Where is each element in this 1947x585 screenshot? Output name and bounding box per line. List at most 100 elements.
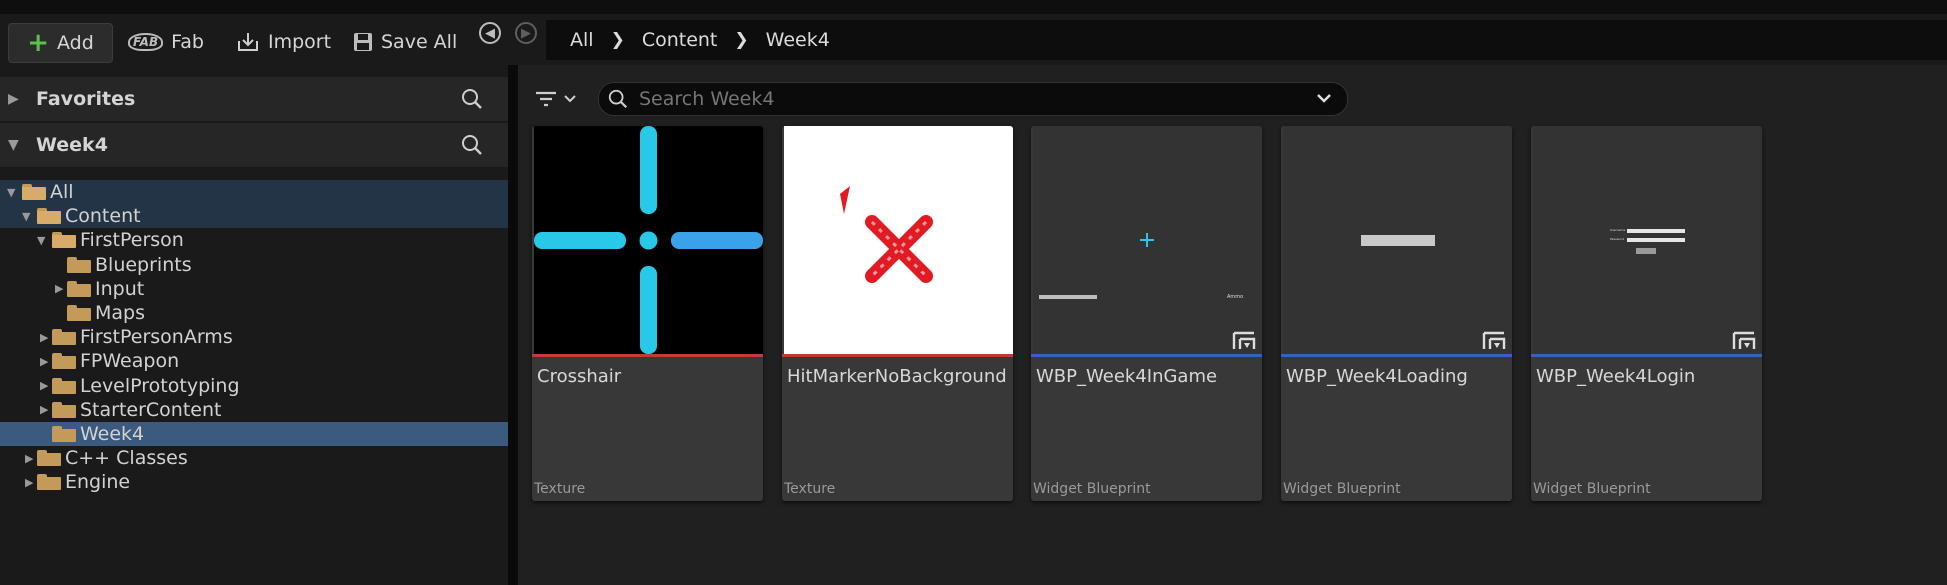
asset-name: HitMarkerNoBackground	[787, 366, 1007, 387]
folder-icon	[52, 377, 76, 394]
tree-item-label: Maps	[95, 302, 145, 324]
tree-item-levelprototyping[interactable]: ▶ LevelPrototyping	[0, 374, 508, 398]
tree-item-label: FPWeapon	[80, 350, 180, 373]
tree-item-label: All	[50, 181, 74, 203]
folder-icon	[52, 329, 76, 346]
tree-item-blueprints[interactable]: Blueprints	[0, 253, 508, 277]
add-button-label: Add	[57, 32, 94, 54]
folder-icon	[52, 353, 76, 370]
preview-password-label: Password	[1610, 237, 1625, 241]
tree-item-engine[interactable]: ▶ Engine	[0, 470, 508, 494]
plus-icon: +	[27, 28, 49, 58]
chevron-right-icon: ❯	[734, 30, 749, 50]
tree-item-maps[interactable]: Maps	[0, 301, 508, 325]
tree-item-week4[interactable]: Week4	[0, 422, 508, 446]
save-icon	[354, 33, 372, 51]
folder-icon	[67, 280, 91, 297]
chevron-down-icon	[564, 95, 576, 103]
expand-arrow-icon[interactable]: ▶	[40, 355, 48, 368]
collapse-arrow-icon[interactable]: ▼	[37, 234, 45, 247]
asset-tile-wbp-loading[interactable]: WBP_Week4Loading Widget Blueprint	[1281, 126, 1512, 501]
tree-item-firstpersonarms[interactable]: ▶ FirstPersonArms	[0, 325, 508, 349]
tree-item-label: Content	[65, 205, 141, 228]
history-forward-icon[interactable]: ▶	[515, 22, 537, 44]
preview-username-label: Username	[1610, 228, 1626, 232]
filter-icon	[536, 91, 556, 107]
tree-item-startercontent[interactable]: ▶ StarterContent	[0, 398, 508, 422]
tree-item-label: Input	[95, 277, 145, 300]
widget-blueprint-icon	[1232, 331, 1256, 349]
panel-splitter[interactable]	[508, 65, 518, 585]
asset-thumbnail	[534, 126, 763, 354]
tree-item-label: FirstPersonArms	[80, 326, 233, 349]
asset-thumbnail	[784, 126, 1013, 354]
fab-button[interactable]: FAB Fab	[128, 23, 204, 61]
collapse-arrow-icon[interactable]: ▼	[7, 186, 15, 199]
asset-tile-wbp-ingame[interactable]: Ammo WBP_Week4InGame Widget Blueprint	[1031, 126, 1262, 501]
tree-item-fpweapon[interactable]: ▶ FPWeapon	[0, 349, 508, 373]
search-field[interactable]	[598, 82, 1348, 116]
tree-item-c-classes[interactable]: ▶ C++ Classes	[0, 446, 508, 470]
breadcrumb-all[interactable]: All	[570, 29, 594, 51]
folder-open-icon	[22, 184, 46, 200]
asset-thumbnail	[1283, 126, 1512, 354]
import-button[interactable]: Import	[236, 23, 331, 61]
asset-type: Texture	[534, 481, 586, 497]
search-icon[interactable]	[460, 133, 484, 157]
save-all-button[interactable]: Save All	[353, 23, 457, 61]
asset-type-color-bar	[1031, 354, 1262, 357]
import-icon	[238, 33, 258, 51]
history-back-icon[interactable]: ◀	[479, 22, 501, 44]
tree-item-label: Week4	[80, 423, 145, 445]
asset-tile-crosshair[interactable]: Crosshair Texture	[532, 126, 763, 501]
asset-name: WBP_Week4Loading	[1286, 366, 1468, 387]
expand-arrow-icon[interactable]: ▶	[40, 379, 48, 392]
expand-arrow-icon[interactable]: ▶	[40, 331, 48, 344]
asset-type-color-bar	[782, 354, 1013, 357]
folder-icon	[67, 256, 91, 273]
breadcrumb-content[interactable]: Content	[642, 29, 718, 51]
timeline-strip	[0, 0, 1947, 15]
expand-arrow-icon[interactable]: ▶	[55, 282, 63, 295]
search-input[interactable]	[637, 87, 1291, 111]
tree-item-label: LevelPrototyping	[80, 374, 240, 397]
asset-type-color-bar	[532, 354, 763, 357]
favorites-title: Favorites	[36, 88, 136, 110]
asset-thumbnail	[1033, 126, 1262, 354]
asset-thumbnail	[1533, 126, 1762, 354]
breadcrumb: All ❯ Content ❯ Week4	[546, 20, 1947, 60]
filter-button[interactable]	[535, 85, 589, 113]
collapse-arrow-icon[interactable]: ▼	[22, 210, 30, 223]
tree-item-label: Blueprints	[95, 253, 192, 276]
fab-icon: FAB	[128, 33, 164, 51]
expand-arrow-icon[interactable]: ▶	[40, 403, 48, 416]
project-header[interactable]: ▼ Week4	[0, 123, 508, 167]
asset-type-color-bar	[1281, 354, 1512, 357]
asset-tile-hitmarker[interactable]: HitMarkerNoBackground Texture	[782, 126, 1013, 501]
search-icon	[608, 89, 628, 109]
chevron-down-icon[interactable]	[1315, 89, 1333, 107]
folder-icon	[37, 474, 61, 491]
asset-tile-wbp-login[interactable]: Username Password WBP_Week4Login Widget …	[1531, 126, 1762, 501]
tree-item-label: C++ Classes	[65, 447, 188, 470]
asset-name: WBP_Week4InGame	[1036, 366, 1218, 387]
favorites-header[interactable]: ▶ Favorites	[0, 77, 508, 121]
search-icon[interactable]	[460, 87, 484, 111]
tree-item-all[interactable]: ▼ All	[0, 180, 508, 204]
asset-type: Texture	[784, 481, 836, 497]
breadcrumb-week4[interactable]: Week4	[766, 29, 830, 51]
expand-arrow-icon[interactable]: ▶	[25, 476, 33, 489]
tree-item-content[interactable]: ▼ Content	[0, 204, 508, 229]
asset-type-color-bar	[1531, 354, 1762, 357]
tree-item-input[interactable]: ▶ Input	[0, 277, 508, 301]
folder-open-icon	[37, 208, 61, 225]
tree-item-label: FirstPerson	[80, 229, 184, 252]
chevron-right-icon: ❯	[610, 30, 625, 50]
add-button[interactable]: + Add	[8, 23, 113, 63]
preview-ammo-text: Ammo	[1227, 294, 1244, 300]
folder-icon	[52, 401, 76, 418]
asset-name: WBP_Week4Login	[1536, 366, 1696, 387]
expand-arrow-icon[interactable]: ▶	[25, 452, 33, 465]
folder-icon	[67, 305, 91, 321]
tree-item-firstperson[interactable]: ▼ FirstPerson	[0, 228, 508, 252]
